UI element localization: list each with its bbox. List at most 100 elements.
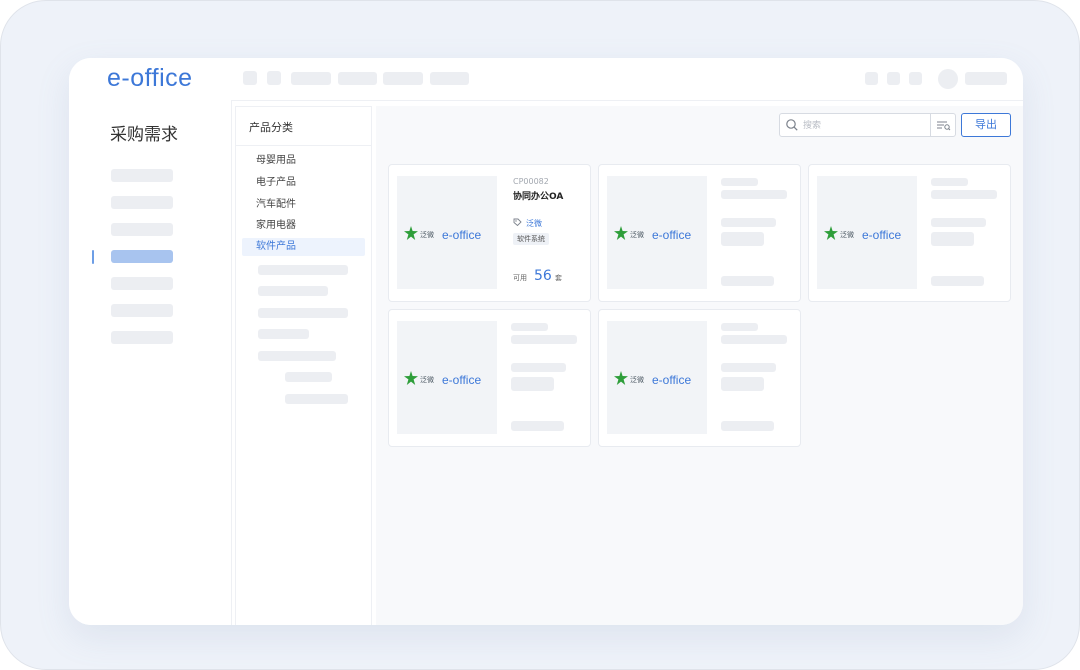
product-content: 搜索 导出 泛微 e-office CP00082 协同办公OA 泛微 软件系统… bbox=[376, 106, 1023, 625]
module-sidebar: 采购需求 bbox=[69, 100, 232, 625]
sidebar-item-placeholder[interactable] bbox=[111, 223, 173, 236]
category-item-placeholder[interactable] bbox=[258, 351, 336, 361]
brand-name-en: e-office bbox=[652, 227, 692, 242]
text-placeholder bbox=[511, 335, 577, 344]
username-placeholder[interactable] bbox=[965, 72, 1007, 85]
category-item[interactable]: 母婴用品 bbox=[242, 152, 365, 170]
product-thumbnail: 泛微 e-office bbox=[397, 176, 497, 289]
weaver-logo-icon bbox=[404, 225, 418, 244]
content-toolbar: 搜索 导出 bbox=[376, 106, 1023, 146]
product-card-placeholder[interactable]: 泛微 e-office bbox=[808, 164, 1011, 302]
category-header-label: 产品分类 bbox=[249, 121, 293, 134]
topbar-menu-placeholder[interactable] bbox=[338, 72, 377, 85]
text-placeholder bbox=[721, 178, 758, 186]
brand-name-en: e-office bbox=[652, 372, 692, 387]
product-card-placeholder[interactable]: 泛微 e-office bbox=[598, 309, 801, 447]
search-input[interactable]: 搜索 bbox=[803, 118, 821, 131]
text-placeholder bbox=[931, 178, 968, 186]
text-placeholder bbox=[931, 190, 997, 199]
text-placeholder bbox=[721, 377, 764, 391]
text-placeholder bbox=[721, 276, 774, 286]
text-placeholder bbox=[721, 335, 787, 344]
filter-icon[interactable] bbox=[930, 114, 955, 136]
text-placeholder bbox=[511, 323, 548, 331]
product-thumbnail: 泛微 e-office bbox=[607, 321, 707, 434]
brand-name-cn: 泛微 bbox=[840, 230, 854, 239]
text-placeholder bbox=[721, 218, 776, 227]
topbar-icon-placeholder[interactable] bbox=[243, 71, 257, 85]
top-bar: e-office bbox=[69, 58, 1023, 101]
sidebar-item-placeholder-active[interactable] bbox=[111, 250, 173, 263]
category-item-placeholder[interactable] bbox=[258, 265, 348, 275]
category-header: 产品分类 bbox=[236, 107, 371, 146]
sidebar-item-placeholder[interactable] bbox=[111, 277, 173, 290]
brand-name-cn: 泛微 bbox=[420, 230, 434, 239]
product-code: CP00082 bbox=[513, 177, 549, 186]
brand-name-cn: 泛微 bbox=[630, 230, 644, 239]
text-placeholder bbox=[721, 421, 774, 431]
brand-logo: 泛微 e-office bbox=[404, 225, 481, 244]
category-item-placeholder[interactable] bbox=[258, 329, 309, 339]
brand-name-cn: 泛微 bbox=[630, 375, 644, 384]
product-card-placeholder[interactable]: 泛微 e-office bbox=[598, 164, 801, 302]
module-title: 采购需求 bbox=[110, 125, 178, 145]
topbar-action-placeholder[interactable] bbox=[887, 72, 900, 85]
tag-icon bbox=[513, 218, 522, 229]
text-placeholder bbox=[721, 190, 787, 199]
brand-name-cn: 泛微 bbox=[420, 375, 434, 384]
product-thumbnail: 泛微 e-office bbox=[397, 321, 497, 434]
device-frame: e-office 采购需求 产品分类 母婴用品 电子产品 汽车配件 家用电器 软… bbox=[0, 0, 1080, 670]
category-item-placeholder[interactable] bbox=[258, 308, 348, 318]
available-unit: 套 bbox=[555, 274, 562, 282]
brand-logo: 泛微 e-office bbox=[614, 225, 691, 244]
category-item-placeholder[interactable] bbox=[258, 286, 328, 296]
text-placeholder bbox=[721, 232, 764, 246]
search-box[interactable]: 搜索 bbox=[779, 113, 956, 137]
avatar[interactable] bbox=[938, 69, 958, 89]
brand-name-en: e-office bbox=[862, 227, 902, 242]
text-placeholder bbox=[931, 218, 986, 227]
active-indicator bbox=[92, 250, 94, 264]
sidebar-item-placeholder[interactable] bbox=[111, 196, 173, 209]
category-item[interactable]: 家用电器 bbox=[242, 217, 365, 235]
text-placeholder bbox=[511, 377, 554, 391]
brand-logo: 泛微 e-office bbox=[404, 370, 481, 389]
category-item-active[interactable]: 软件产品 bbox=[242, 238, 365, 256]
text-placeholder bbox=[511, 363, 566, 372]
product-thumbnail: 泛微 e-office bbox=[607, 176, 707, 289]
weaver-logo-icon bbox=[824, 225, 838, 244]
available-label: 可用 bbox=[513, 274, 527, 282]
brand-name-en: e-office bbox=[442, 227, 482, 242]
product-name: 协同办公OA bbox=[513, 192, 564, 202]
sidebar-item-placeholder[interactable] bbox=[111, 304, 173, 317]
sidebar-item-placeholder[interactable] bbox=[111, 331, 173, 344]
product-tag: 软件系统 bbox=[513, 233, 549, 245]
topbar-menu-placeholder[interactable] bbox=[291, 72, 331, 85]
brand-name-en: e-office bbox=[442, 372, 482, 387]
topbar-action-placeholder[interactable] bbox=[909, 72, 922, 85]
product-card[interactable]: 泛微 e-office CP00082 协同办公OA 泛微 软件系统 可用 56… bbox=[388, 164, 591, 302]
available-count: 56 bbox=[534, 268, 552, 284]
topbar-menu-placeholder[interactable] bbox=[383, 72, 423, 85]
product-card-placeholder[interactable]: 泛微 e-office bbox=[388, 309, 591, 447]
category-item[interactable]: 电子产品 bbox=[242, 174, 365, 192]
sidebar-item-placeholder[interactable] bbox=[111, 169, 173, 182]
text-placeholder bbox=[931, 276, 984, 286]
text-placeholder bbox=[931, 232, 974, 246]
vendor-name: 泛微 bbox=[526, 219, 542, 228]
text-placeholder bbox=[511, 421, 564, 431]
text-placeholder bbox=[721, 323, 758, 331]
category-subitem-placeholder[interactable] bbox=[285, 372, 332, 382]
brand-logo: 泛微 e-office bbox=[824, 225, 901, 244]
export-button[interactable]: 导出 bbox=[961, 113, 1011, 137]
weaver-logo-icon bbox=[614, 225, 628, 244]
text-placeholder bbox=[721, 363, 776, 372]
topbar-icon-placeholder[interactable] bbox=[267, 71, 281, 85]
brand-logo: 泛微 e-office bbox=[614, 370, 691, 389]
app-window: e-office 采购需求 产品分类 母婴用品 电子产品 汽车配件 家用电器 软… bbox=[69, 58, 1023, 625]
topbar-menu-placeholder[interactable] bbox=[430, 72, 469, 85]
category-subitem-placeholder[interactable] bbox=[285, 394, 348, 404]
category-item[interactable]: 汽车配件 bbox=[242, 196, 365, 214]
topbar-action-placeholder[interactable] bbox=[865, 72, 878, 85]
weaver-logo-icon bbox=[614, 370, 628, 389]
